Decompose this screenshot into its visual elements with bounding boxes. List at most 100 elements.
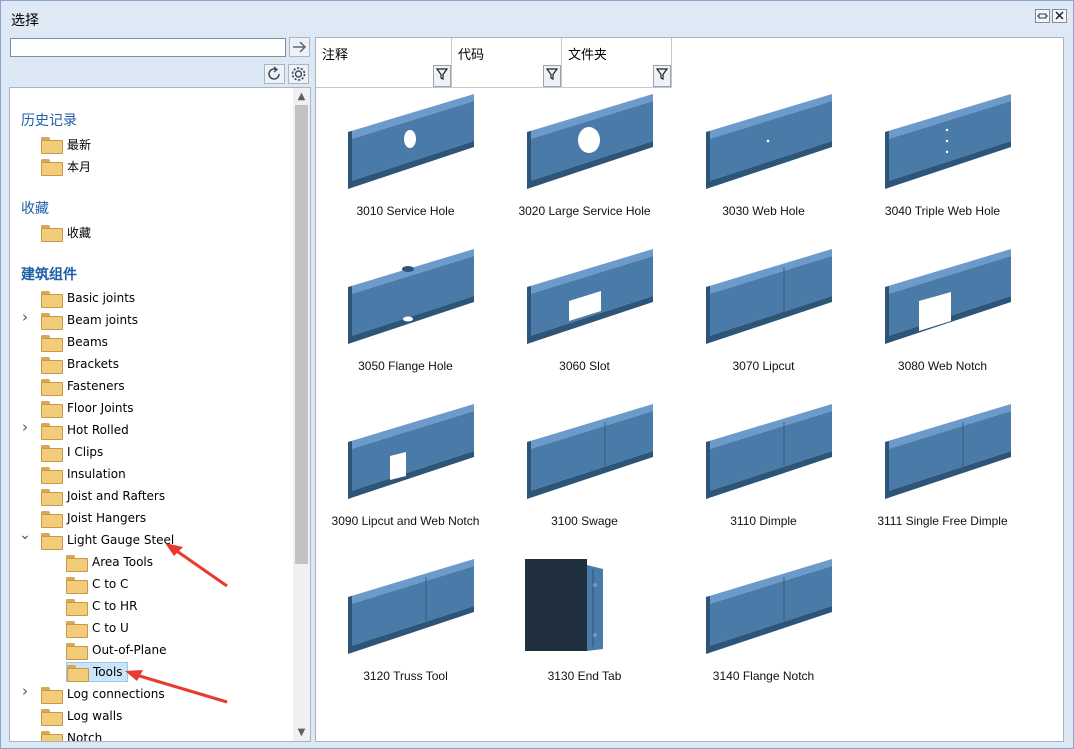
chevron-down-icon[interactable]: ⌄ — [19, 528, 31, 542]
component-tile[interactable]: 3030 Web Hole — [674, 90, 853, 245]
component-tile[interactable]: 3050 Flange Hole — [316, 245, 495, 400]
folder-icon — [41, 312, 63, 330]
chevron-right-icon[interactable]: › — [19, 420, 31, 435]
component-thumbnail — [527, 404, 653, 499]
restore-icon — [1037, 13, 1048, 19]
go-button[interactable] — [289, 37, 310, 57]
tree-item-log-walls[interactable]: Log walls — [41, 706, 122, 726]
component-label: 3111 Single Free Dimple — [877, 514, 1008, 528]
tree-item-out-of-plane[interactable]: Out-of-Plane — [66, 640, 166, 660]
tree-item-joist-and-rafters[interactable]: Joist and Rafters — [41, 486, 165, 506]
filter-column: 注释 — [316, 38, 452, 88]
folder-icon — [41, 730, 63, 741]
component-label: 3130 End Tab — [547, 669, 622, 683]
chevron-right-icon[interactable]: › — [19, 310, 31, 325]
component-tile[interactable]: 3010 Service Hole — [316, 90, 495, 245]
component-tile[interactable]: 3130 End Tab — [495, 555, 674, 710]
component-tile[interactable]: 3070 Lipcut — [674, 245, 853, 400]
tree-item-c-to-hr[interactable]: C to HR — [66, 596, 137, 616]
folder-icon — [41, 488, 63, 506]
tree-item-basic-joints[interactable]: Basic joints — [41, 288, 135, 308]
tree-item-label: Insulation — [67, 467, 126, 481]
tree-item-hot-rolled[interactable]: › Hot Rolled — [22, 420, 129, 440]
filter-column-header: 文件夹 — [568, 48, 608, 63]
tree-item-brackets[interactable]: Brackets — [41, 354, 119, 374]
tree-item-tools[interactable]: Tools — [66, 662, 128, 682]
tree-item-label: Tools — [93, 665, 123, 679]
tree-item-history[interactable]: 本月 — [41, 156, 91, 176]
window-title: 选择 — [11, 13, 39, 29]
folder-icon — [66, 554, 88, 572]
folder-icon — [66, 576, 88, 594]
tree-item-beam-joints[interactable]: › Beam joints — [22, 310, 139, 330]
tree-item-i-clips[interactable]: I Clips — [41, 442, 103, 462]
tree-scrollbar[interactable]: ▲ ▼ — [293, 88, 310, 741]
component-thumbnail — [525, 559, 603, 651]
tree-item-label: Beam joints — [67, 313, 139, 327]
tree-item-floor-joints[interactable]: Floor Joints — [41, 398, 133, 418]
tree-item-label: C to C — [92, 577, 129, 591]
right-panel: 注释 代码 文件夹 3010 Service Hole 3020 Large Serv… — [315, 37, 1064, 742]
tree-item-label: Joist and Rafters — [67, 489, 166, 503]
tree-item-log-connections[interactable]: › Log connections — [22, 684, 165, 704]
tree-item-favorites[interactable]: 收藏 — [41, 222, 91, 242]
close-button[interactable] — [1052, 9, 1067, 23]
component-tile[interactable]: 3090 Lipcut and Web Notch — [316, 400, 495, 555]
component-label: 3050 Flange Hole — [358, 359, 453, 373]
chevron-right-icon[interactable]: › — [19, 684, 31, 699]
scrollbar-thumb[interactable] — [295, 105, 308, 564]
tree-item-area-tools[interactable]: Area Tools — [66, 552, 153, 572]
tree-item-label: Beams — [67, 335, 108, 349]
filter-column-header: 代码 — [458, 48, 485, 63]
tree-view[interactable]: 历史记录 收藏 建筑组件 ▲ ▼ 最新 本月 收藏 Basic joints › Beam… — [9, 87, 311, 742]
tree-item-c-to-c[interactable]: C to C — [66, 574, 128, 594]
refresh-button[interactable] — [264, 64, 285, 84]
scroll-down-arrow[interactable]: ▼ — [293, 724, 310, 741]
component-tile[interactable]: 3140 Flange Notch — [674, 555, 853, 710]
tree-item-c-to-u[interactable]: C to U — [66, 618, 129, 638]
scroll-up-arrow[interactable]: ▲ — [293, 88, 310, 105]
folder-icon — [41, 466, 63, 484]
component-label: 3110 Dimple — [730, 514, 797, 528]
component-label: 3030 Web Hole — [722, 204, 805, 218]
component-thumbnail — [706, 404, 832, 499]
search-input[interactable] — [10, 38, 286, 57]
component-tile[interactable]: 3111 Single Free Dimple — [853, 400, 1032, 555]
folder-icon — [41, 356, 63, 374]
component-tile[interactable]: 3060 Slot — [495, 245, 674, 400]
component-tile[interactable]: 3020 Large Service Hole — [495, 90, 674, 245]
tree-item-insulation[interactable]: Insulation — [41, 464, 126, 484]
component-label: 3010 Service Hole — [356, 204, 455, 218]
component-thumbnail — [348, 559, 474, 654]
tree-item-label: Notch — [67, 731, 103, 742]
component-tile[interactable]: 3100 Swage — [495, 400, 674, 555]
left-panel: 历史记录 收藏 建筑组件 ▲ ▼ 最新 本月 收藏 Basic joints › Beam… — [9, 37, 311, 742]
folder-icon — [41, 290, 63, 308]
settings-button[interactable] — [288, 64, 309, 84]
tree-item-label: Light Gauge Steel — [67, 533, 175, 547]
component-thumbnail — [885, 404, 1011, 499]
filter-input[interactable] — [316, 63, 451, 87]
tree-item-label: I Clips — [67, 445, 104, 459]
restore-button[interactable] — [1035, 9, 1050, 23]
tree-item-joist-hangers[interactable]: Joist Hangers — [41, 508, 146, 528]
tree-item-history[interactable]: 最新 — [41, 134, 91, 154]
tree-item-fasteners[interactable]: Fasteners — [41, 376, 125, 396]
filter-button[interactable] — [433, 65, 451, 87]
folder-icon — [41, 686, 63, 704]
component-thumbnail — [706, 249, 832, 344]
component-thumbnail — [527, 249, 653, 344]
component-label: 3060 Slot — [559, 359, 610, 373]
component-tile[interactable]: 3110 Dimple — [674, 400, 853, 555]
refresh-icon — [268, 66, 280, 80]
component-tile[interactable]: 3040 Triple Web Hole — [853, 90, 1032, 245]
component-thumbnail — [885, 249, 1011, 344]
section-components: 建筑组件 — [21, 267, 77, 283]
component-tile[interactable]: 3120 Truss Tool — [316, 555, 495, 710]
filter-button[interactable] — [653, 65, 671, 87]
tree-item-beams[interactable]: Beams — [41, 332, 108, 352]
component-tile[interactable]: 3080 Web Notch — [853, 245, 1032, 400]
tree-item-light-gauge-steel[interactable]: ⌄ Light Gauge Steel — [19, 528, 175, 550]
tree-item-notch[interactable]: Notch — [41, 728, 103, 742]
filter-button[interactable] — [543, 65, 561, 87]
